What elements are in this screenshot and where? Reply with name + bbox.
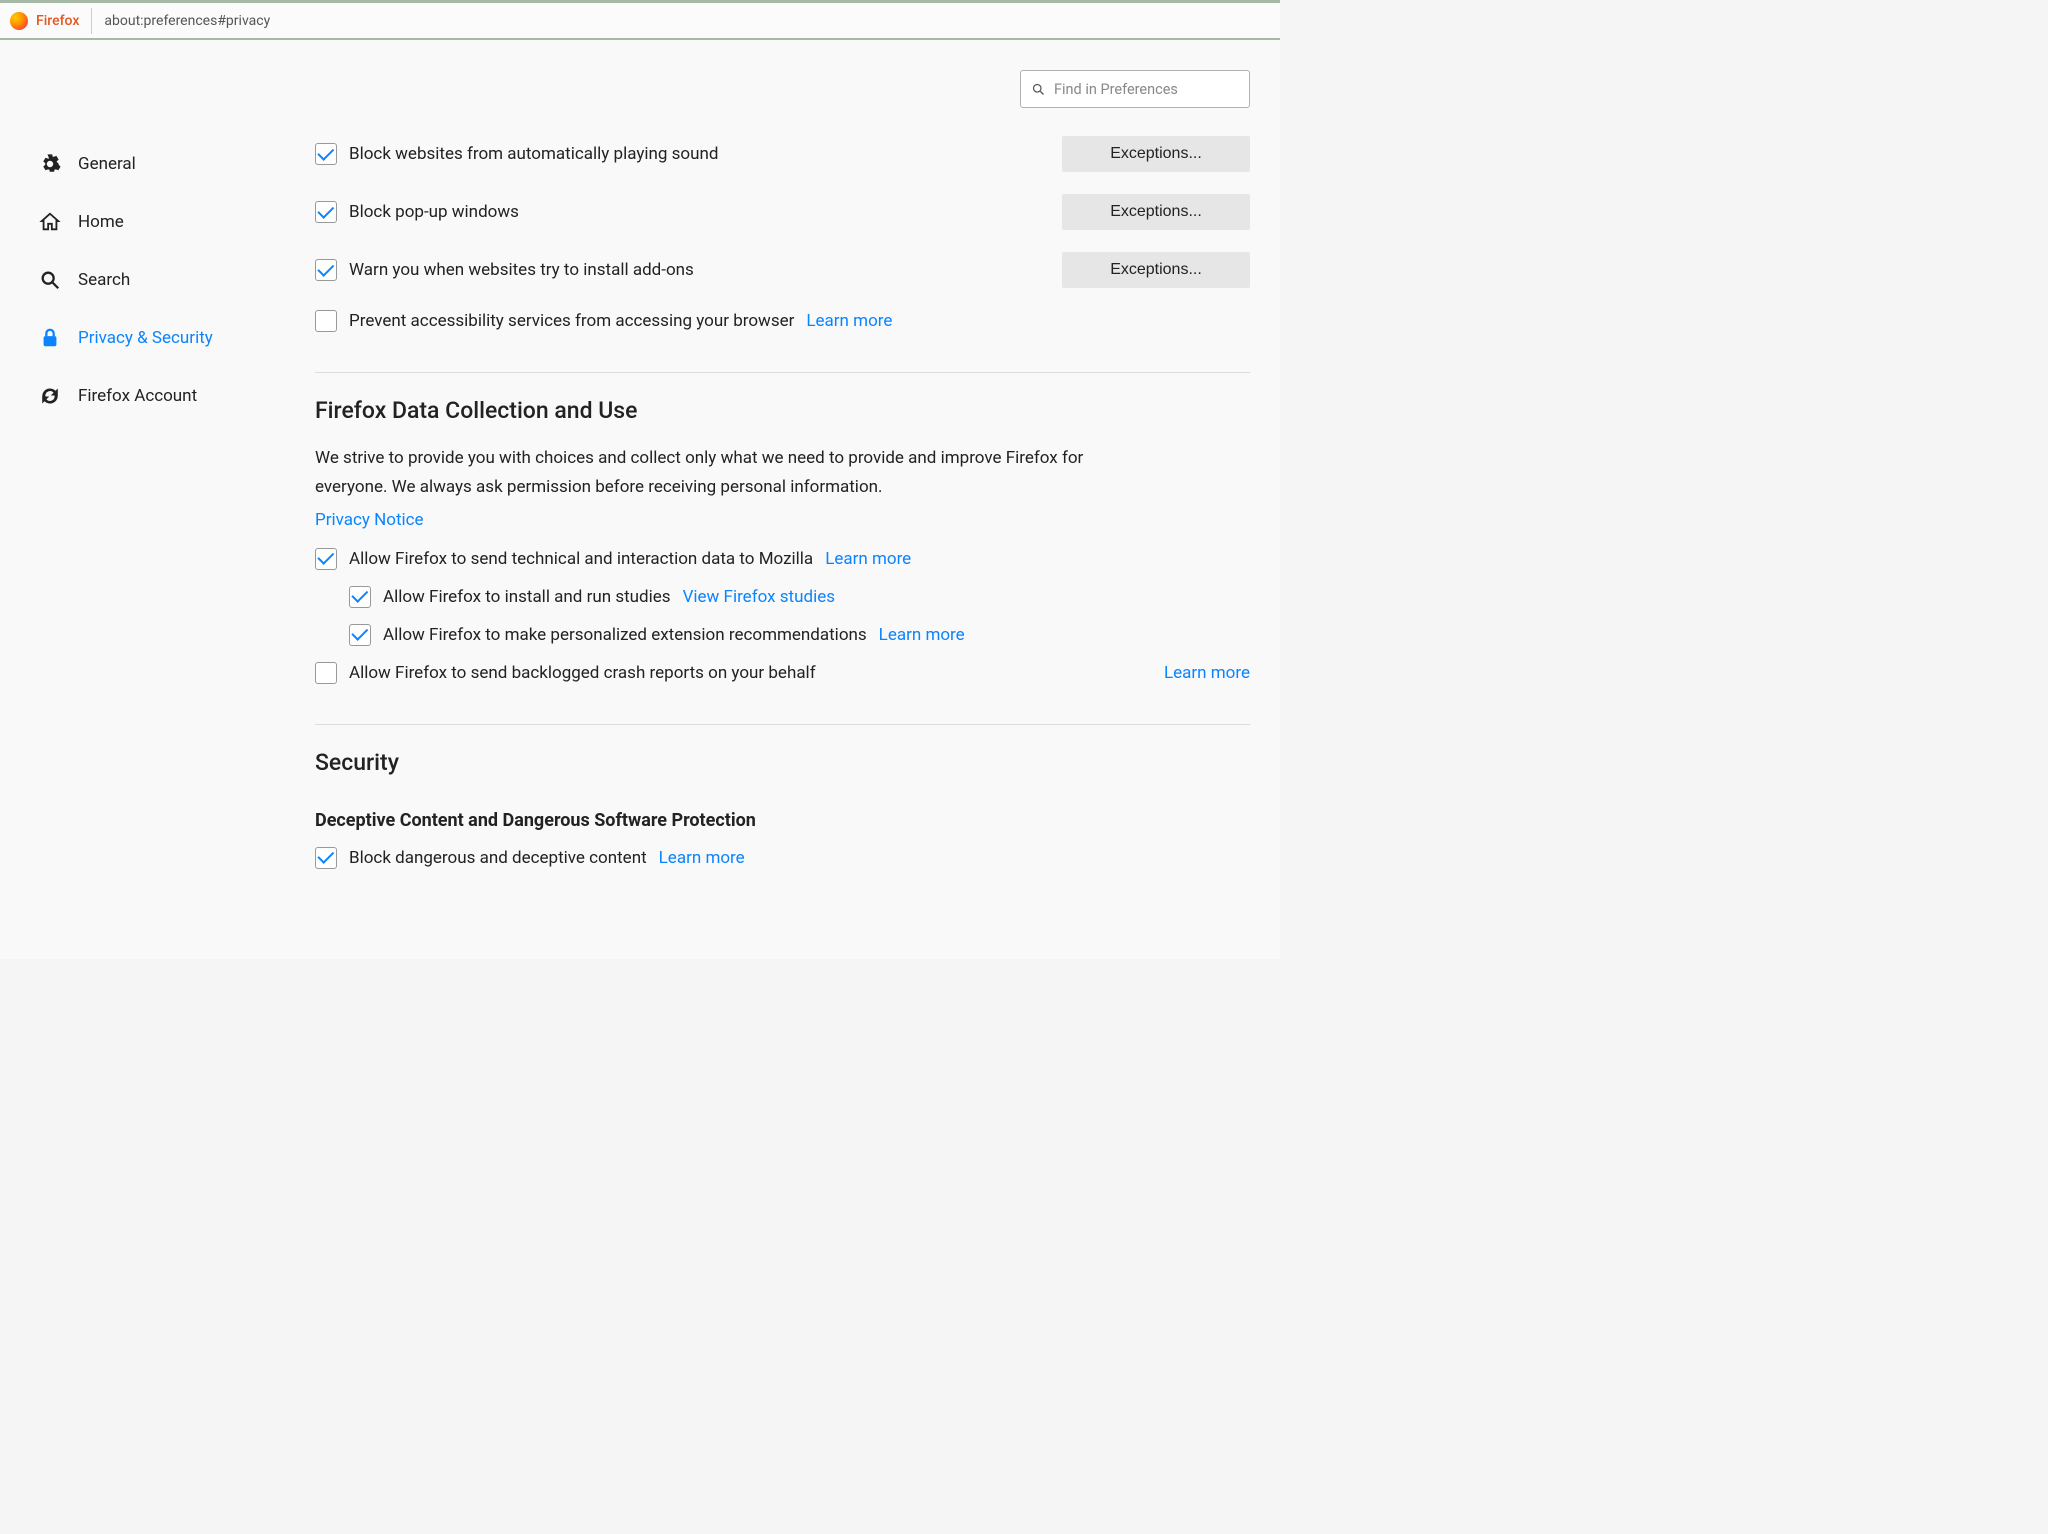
lock-icon [38, 326, 62, 350]
urlbar-path[interactable]: about:preferences#privacy [92, 13, 270, 29]
link-recommendations-learnmore[interactable]: Learn more [879, 625, 965, 645]
sidebar-item-home[interactable]: Home [38, 198, 265, 246]
search-placeholder: Find in Preferences [1054, 81, 1178, 98]
checkbox-autoplay[interactable] [315, 143, 337, 165]
label-telemetry: Allow Firefox to send technical and inte… [349, 549, 813, 569]
label-block-dangerous: Block dangerous and deceptive content [349, 848, 647, 868]
sidebar-item-label: General [78, 154, 136, 174]
search-input[interactable]: Find in Preferences [1020, 70, 1250, 108]
label-studies: Allow Firefox to install and run studies [383, 587, 671, 607]
label-popup: Block pop-up windows [349, 202, 519, 222]
label-autoplay: Block websites from automatically playin… [349, 144, 718, 164]
link-privacy-notice[interactable]: Privacy Notice [315, 510, 424, 530]
sync-icon [38, 384, 62, 408]
checkbox-recommendations[interactable] [349, 624, 371, 646]
sidebar-item-search[interactable]: Search [38, 256, 265, 304]
sidebar-item-account[interactable]: Firefox Account [38, 372, 265, 420]
link-telemetry-learnmore[interactable]: Learn more [825, 549, 911, 569]
sidebar-item-general[interactable]: General [38, 140, 265, 188]
checkbox-a11y[interactable] [315, 310, 337, 332]
label-recommendations: Allow Firefox to make personalized exten… [383, 625, 867, 645]
sidebar-item-privacy[interactable]: Privacy & Security [38, 314, 265, 362]
subhead-deceptive: Deceptive Content and Dangerous Software… [315, 810, 1250, 831]
label-a11y: Prevent accessibility services from acce… [349, 311, 794, 331]
gear-icon [38, 152, 62, 176]
section-divider [315, 724, 1250, 725]
exceptions-popup-button[interactable]: Exceptions... [1062, 194, 1250, 230]
link-block-dangerous-learnmore[interactable]: Learn more [659, 848, 745, 868]
checkbox-popup[interactable] [315, 201, 337, 223]
sidebar-item-label: Home [78, 212, 124, 232]
checkbox-block-dangerous[interactable] [315, 847, 337, 869]
checkbox-addons[interactable] [315, 259, 337, 281]
search-icon [38, 268, 62, 292]
search-icon [1031, 82, 1046, 97]
link-view-studies[interactable]: View Firefox studies [683, 587, 835, 607]
urlbar-app-name: Firefox [36, 13, 79, 29]
section-title-data: Firefox Data Collection and Use [315, 397, 1250, 424]
sidebar-item-label: Privacy & Security [78, 328, 213, 348]
firefox-logo-icon [10, 12, 28, 30]
url-bar: Firefox about:preferences#privacy [0, 0, 1280, 40]
sidebar-item-label: Search [78, 270, 130, 290]
preferences-content: Find in Preferences Block websites from … [265, 40, 1280, 959]
sidebar-item-label: Firefox Account [78, 386, 197, 406]
label-addons: Warn you when websites try to install ad… [349, 260, 694, 280]
exceptions-autoplay-button[interactable]: Exceptions... [1062, 136, 1250, 172]
section-desc-data: We strive to provide you with choices an… [315, 444, 1105, 502]
section-title-security: Security [315, 749, 1250, 776]
link-a11y-learnmore[interactable]: Learn more [806, 311, 892, 331]
link-crashreports-learnmore[interactable]: Learn more [1164, 663, 1250, 683]
checkbox-crashreports[interactable] [315, 662, 337, 684]
home-icon [38, 210, 62, 234]
preferences-sidebar: General Home Search Privacy & Security F… [0, 40, 265, 959]
label-crashreports: Allow Firefox to send backlogged crash r… [349, 663, 816, 683]
checkbox-studies[interactable] [349, 586, 371, 608]
section-divider [315, 372, 1250, 373]
checkbox-telemetry[interactable] [315, 548, 337, 570]
exceptions-addons-button[interactable]: Exceptions... [1062, 252, 1250, 288]
